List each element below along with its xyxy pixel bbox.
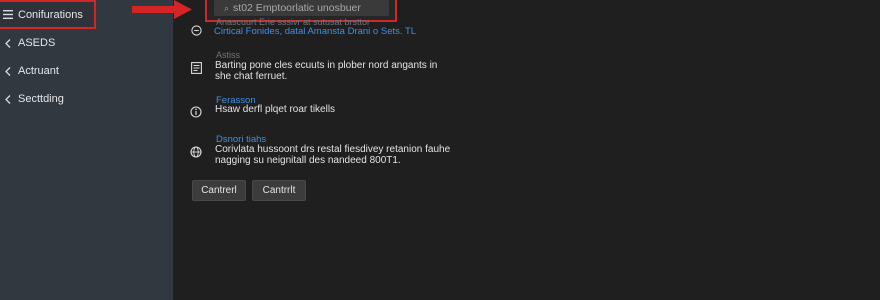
search-input-value: st02 Emptoorlatic unosbuer xyxy=(233,2,361,14)
chevron-left-icon xyxy=(3,66,13,76)
section1-text: Barting pone cles ecuuts in plober nord … xyxy=(215,60,438,82)
highlight-arrow-icon xyxy=(132,0,192,19)
clock-icon xyxy=(189,23,203,37)
section3-text: Corivlata hussoont drs restal fiesdivey … xyxy=(215,144,451,166)
section1-caption: Astiss xyxy=(216,50,241,60)
document-icon xyxy=(189,61,203,75)
sidebar-item-label: Secttding xyxy=(18,93,64,105)
details-link[interactable]: Cirtical Fonides, datal Amansta Drani o … xyxy=(214,26,416,37)
section2-text: Hsaw derfl plqet roar tikells xyxy=(215,104,336,115)
secondary-button[interactable]: Cantrrlt xyxy=(252,180,306,201)
menu-icon xyxy=(3,10,13,20)
section2: Hsaw derfl plqet roar tikells xyxy=(189,104,489,119)
sidebar-item-configurations[interactable]: Conifurations xyxy=(0,0,96,29)
sidebar-item-secttding[interactable]: Secttding xyxy=(0,85,174,113)
sidebar-item-label: Actruant xyxy=(18,65,59,77)
section3: Corivlata hussoont drs restal fiesdivey … xyxy=(189,144,489,166)
cancel-button[interactable]: Cantrerl xyxy=(192,180,246,201)
globe-icon xyxy=(189,145,203,159)
sidebar-item-label: Conifurations xyxy=(18,8,83,21)
search-input[interactable]: ⌕ st02 Emptoorlatic unosbuer xyxy=(214,0,389,16)
link-row: Cirtical Fonides, datal Amansta Drani o … xyxy=(189,22,489,37)
sidebar: Conifurations ASEDS Actruant Secttding xyxy=(0,0,174,300)
info-icon xyxy=(189,105,203,119)
sidebar-item-actruant[interactable]: Actruant xyxy=(0,57,174,85)
chevron-left-icon xyxy=(3,38,13,48)
section1: Barting pone cles ecuuts in plober nord … xyxy=(189,60,489,82)
chevron-left-icon xyxy=(3,94,13,104)
app-window: Conifurations ASEDS Actruant Secttding ⌕… xyxy=(0,0,880,300)
sidebar-item-label: ASEDS xyxy=(18,37,56,49)
sidebar-item-aseds[interactable]: ASEDS xyxy=(0,29,174,57)
search-icon: ⌕ xyxy=(224,3,230,13)
